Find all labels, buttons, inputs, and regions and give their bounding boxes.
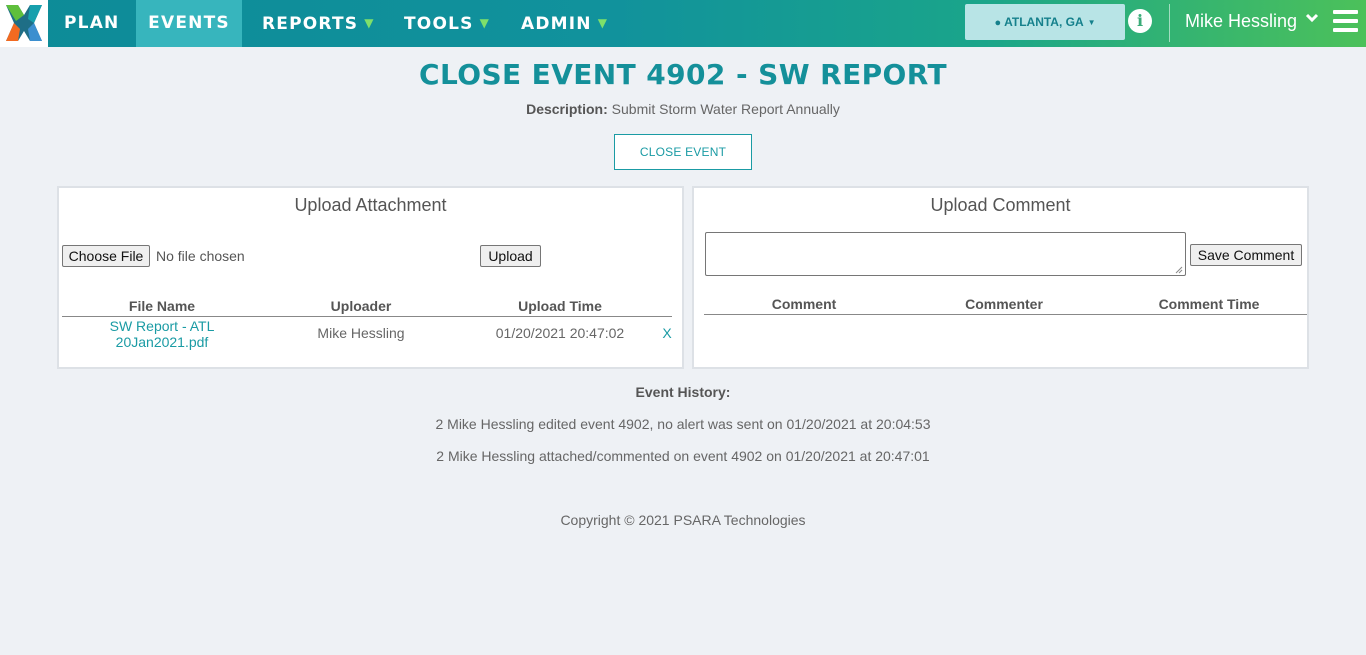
page-title: CLOSE EVENT 4902 - SW REPORT [419, 58, 947, 91]
chevron-down-icon: ▼ [364, 16, 375, 30]
upload-comment-panel: Upload Comment Save Comment Comment Comm… [692, 186, 1309, 369]
nav-divider [1169, 4, 1170, 42]
column-header-commenter[interactable]: Commenter [944, 296, 1064, 312]
table-header-divider [62, 316, 672, 317]
column-header-uploader[interactable]: Uploader [301, 298, 421, 314]
save-comment-button[interactable]: Save Comment [1190, 244, 1302, 266]
upload-button[interactable]: Upload [480, 245, 541, 267]
app-logo[interactable] [0, 0, 48, 47]
file-chosen-status: No file chosen [156, 248, 245, 264]
chevron-down-icon: ▼ [479, 16, 491, 30]
column-header-comment-time[interactable]: Comment Time [1139, 296, 1279, 312]
upload-attachment-panel: Upload Attachment Choose File No file ch… [57, 186, 684, 369]
caret-down-icon: ▼ [1087, 18, 1096, 27]
nav-reports[interactable]: REPORTS ▼ [262, 0, 375, 47]
user-name[interactable]: Mike Hessling [1185, 0, 1297, 42]
top-navbar: PLAN EVENTS REPORTS ▼ TOOLS ▼ ADMIN ▼ ● ATLA… [0, 0, 1366, 47]
panel-title: Upload Attachment [294, 195, 447, 215]
column-header-file-name[interactable]: File Name [102, 298, 222, 314]
nav-events[interactable]: EVENTS [136, 0, 242, 47]
attachment-file-link[interactable]: SW Report - ATL 20Jan2021.pdf [82, 318, 242, 350]
description-text: Submit Storm Water Report Annually [611, 101, 840, 117]
choose-file-button[interactable]: Choose File [62, 245, 150, 267]
info-icon[interactable]: i [1128, 9, 1152, 33]
delete-attachment-button[interactable]: X [657, 325, 677, 341]
history-entry: 2 Mike Hessling edited event 4902, no al… [435, 416, 931, 432]
user-menu-chevron-icon[interactable] [1305, 13, 1319, 23]
nav-tools[interactable]: TOOLS ▼ [404, 0, 490, 47]
description-label: Description: [526, 101, 608, 117]
close-event-button[interactable]: CLOSE EVENT [614, 134, 752, 170]
map-pin-icon: ● [994, 17, 1002, 29]
location-dropdown[interactable]: ● ATLANTA, GA ▼ [965, 4, 1125, 40]
upload-time-cell: 01/20/2021 20:47:02 [495, 325, 625, 341]
event-history-title: Event History: [635, 384, 731, 400]
resize-grip-icon[interactable] [1175, 266, 1183, 274]
table-header-divider [704, 314, 1307, 315]
nav-admin[interactable]: ADMIN ▼ [521, 0, 608, 47]
column-header-comment[interactable]: Comment [744, 296, 864, 312]
nav-plan[interactable]: PLAN [64, 0, 119, 47]
history-entry: 2 Mike Hessling attached/commented on ev… [436, 448, 930, 464]
column-header-upload-time[interactable]: Upload Time [490, 298, 630, 314]
comment-textarea[interactable] [705, 232, 1186, 276]
hamburger-menu-icon[interactable] [1333, 10, 1358, 32]
panel-title: Upload Comment [930, 195, 1071, 215]
chevron-down-icon: ▼ [597, 16, 609, 30]
uploader-cell: Mike Hessling [317, 325, 405, 341]
event-description: Description: Submit Storm Water Report A… [0, 101, 1366, 117]
logo-icon [6, 5, 42, 41]
copyright-footer: Copyright © 2021 PSARA Technologies [560, 512, 806, 528]
